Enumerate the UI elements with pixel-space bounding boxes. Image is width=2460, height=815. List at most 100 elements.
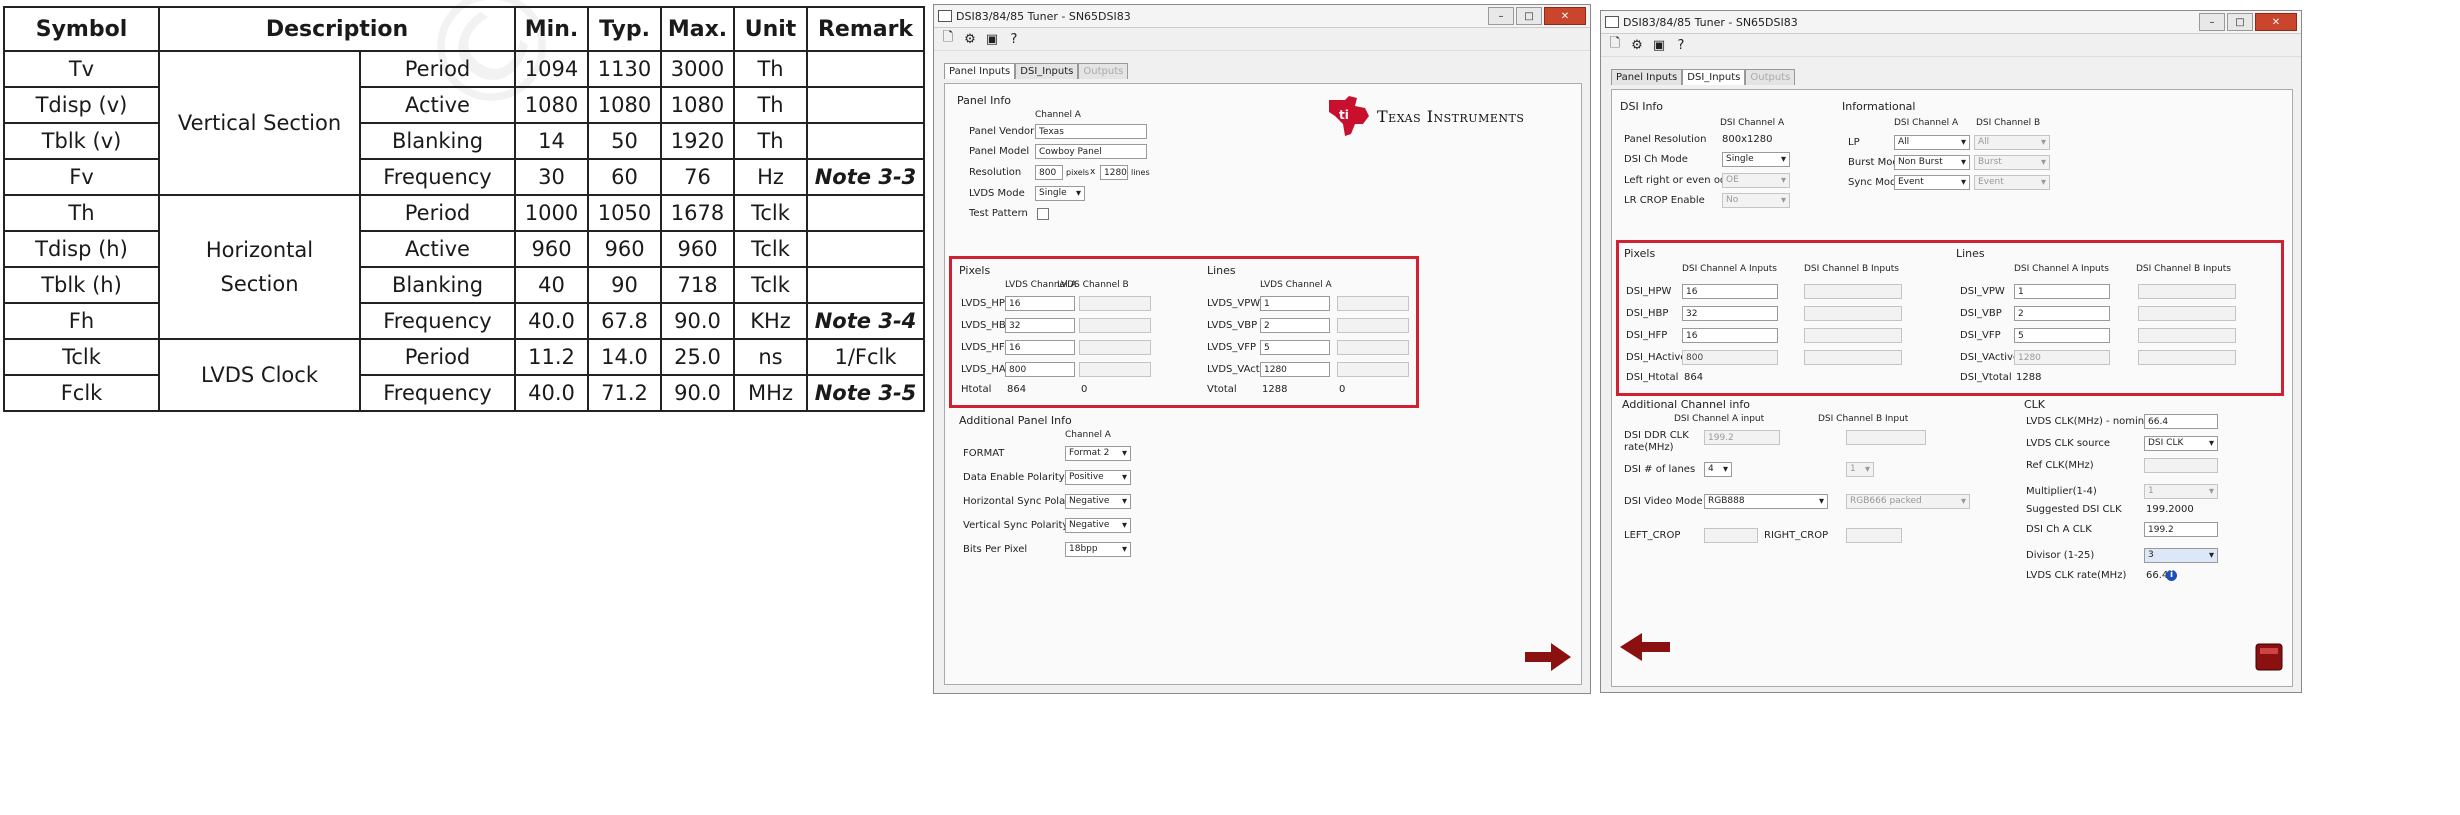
hsync-polarity-select[interactable]: Negative [1065, 494, 1131, 509]
next-arrow-icon[interactable] [1523, 640, 1573, 674]
sync-a-select[interactable]: Event [1894, 175, 1970, 190]
header-remark: Remark [806, 6, 926, 52]
settings-gear-icon[interactable]: ⚙ [962, 31, 978, 47]
de-polarity-select[interactable]: Positive [1065, 470, 1131, 485]
label-lvds-clk-nominal: LVDS CLK(MHz) - nominal [2026, 416, 2154, 427]
label-dsi-lanes: DSI # of lanes [1624, 464, 1696, 475]
label-panel-model: Panel Model [969, 146, 1030, 157]
new-file-icon[interactable]: 🗋 [1607, 36, 1623, 53]
lp-b-select[interactable]: All [1974, 135, 2050, 150]
table-row: Tdisp (v) Active 1080 1080 1080 Th [3, 86, 926, 124]
dsi-ch-a-clk-input[interactable]: 199.2 [2144, 522, 2218, 537]
format-select[interactable]: Format 2 [1065, 446, 1131, 461]
cell-symbol: Tv [3, 50, 160, 88]
lp-a-select[interactable]: All [1894, 135, 1970, 150]
tab-dsi-inputs[interactable]: DSI_Inputs [1682, 69, 1746, 85]
left-crop-input[interactable] [1704, 528, 1758, 543]
minimize-button[interactable]: – [2199, 13, 2225, 31]
maximize-button[interactable]: □ [2227, 13, 2253, 31]
window-title: DSI83/84/85 Tuner - SN65DSI83 [956, 9, 1131, 23]
new-file-icon[interactable]: 🗋 [940, 30, 956, 47]
burst-a-select[interactable]: Non Burst [1894, 155, 1970, 170]
sync-b-select[interactable]: Event [1974, 175, 2050, 190]
res-x-input[interactable]: 800 [1035, 165, 1063, 180]
back-arrow-icon[interactable] [1618, 630, 1672, 664]
cell-typ: 1080 [587, 86, 663, 124]
test-pattern-checkbox[interactable] [1037, 208, 1049, 220]
calculator-icon[interactable] [2254, 642, 2284, 672]
dsi-lanes-b-select[interactable]: 1 [1846, 462, 1874, 477]
cell-typ: 60 [587, 158, 663, 196]
tab-dsi-inputs[interactable]: DSI_Inputs [1015, 63, 1079, 79]
label-lvds-clk-source: LVDS CLK source [2026, 438, 2111, 449]
multiplier-select[interactable]: 1 [2144, 484, 2218, 499]
dsi-ddr-clk-a-input[interactable]: 199.2 [1704, 430, 1780, 445]
cell-unit: Hz [733, 158, 809, 196]
divisor-select[interactable]: 3 [2144, 548, 2218, 563]
vsync-polarity-select[interactable]: Negative [1065, 518, 1131, 533]
table-row: Fh Frequency 40.0 67.8 90.0 KHz Note 3-4 [3, 302, 926, 340]
cell-typ: 67.8 [587, 302, 663, 340]
label-right-crop: RIGHT_CROP [1764, 530, 1829, 541]
tab-panel-inputs[interactable]: Panel Inputs [1611, 69, 1683, 85]
col-add-channel-a: DSI Channel A input [1674, 414, 1765, 424]
header-typ: Typ. [587, 6, 663, 52]
cell-max: 25.0 [660, 338, 736, 376]
chip-icon[interactable]: ▣ [1651, 37, 1667, 53]
ref-clk-input[interactable] [2144, 458, 2218, 473]
close-button[interactable]: ✕ [1544, 7, 1586, 25]
label-format: FORMAT [963, 448, 1005, 459]
chip-icon[interactable]: ▣ [984, 31, 1000, 47]
col-add-channel-b: DSI Channel B Input [1818, 414, 1909, 424]
bpp-select[interactable]: 18bpp [1065, 542, 1131, 557]
label-test-pattern: Test Pattern [969, 208, 1028, 219]
col-info-channel-a: DSI Channel A [1894, 118, 1959, 128]
dsi-video-mode-b-select[interactable]: RGB666 packed [1846, 494, 1970, 509]
lvds-clk-nominal-input[interactable]: 66.4 [2144, 414, 2218, 429]
dsi-video-mode-a-select[interactable]: RGB888 [1704, 494, 1828, 509]
help-icon[interactable]: ? [1006, 31, 1022, 47]
cell-symbol: Tdisp (h) [3, 230, 160, 268]
minimize-button[interactable]: – [1488, 7, 1514, 25]
table-row: Tblk (v) Blanking 14 50 1920 Th [3, 122, 926, 160]
cell-min: 30 [514, 158, 590, 196]
left-right-select[interactable]: OE [1722, 173, 1790, 188]
label-resolution: Resolution [969, 167, 1022, 178]
panel-vendor-input[interactable]: Texas [1035, 124, 1147, 139]
cell-min: 14 [514, 122, 590, 160]
cell-min: 1094 [514, 50, 590, 88]
lr-crop-select[interactable]: No [1722, 193, 1790, 208]
tab-outputs[interactable]: Outputs [1745, 69, 1796, 85]
label-dsi-video-mode: DSI Video Mode [1624, 496, 1703, 507]
cell-param: Frequency [358, 158, 517, 196]
table-row: Tclk LVDS Clock Period 11.2 14.0 25.0 ns… [3, 338, 926, 412]
header-max: Max. [660, 6, 736, 52]
info-icon[interactable]: i [2166, 570, 2177, 581]
cell-min: 960 [514, 230, 590, 268]
cell-typ: 90 [587, 266, 663, 304]
highlight-box-dsi-timing [1616, 240, 2284, 396]
label-vsync-polarity: Vertical Sync Polarity [963, 520, 1069, 531]
dsi-lanes-a-select[interactable]: 4 [1704, 462, 1732, 477]
dsi-ddr-clk-b-input[interactable] [1846, 430, 1926, 445]
cell-remark [806, 230, 926, 268]
tab-outputs[interactable]: Outputs [1078, 63, 1129, 79]
tab-panel-inputs[interactable]: Panel Inputs [944, 63, 1016, 79]
cell-symbol: Th [3, 194, 160, 232]
label-panel-vendor: Panel Vendor [969, 126, 1035, 137]
cell-symbol: Tblk (h) [3, 266, 160, 304]
cell-remark: 1/Fclk [806, 338, 926, 376]
burst-b-select[interactable]: Burst [1974, 155, 2050, 170]
close-button[interactable]: ✕ [2255, 13, 2297, 31]
panel-model-input[interactable]: Cowboy Panel [1035, 144, 1147, 159]
help-icon[interactable]: ? [1673, 37, 1689, 53]
res-y-input[interactable]: 1280 [1100, 165, 1128, 180]
cell-unit: KHz [733, 302, 809, 340]
dsi-ch-mode-select[interactable]: Single [1722, 152, 1790, 167]
right-crop-input[interactable] [1846, 528, 1902, 543]
lvds-mode-select[interactable]: Single [1035, 186, 1085, 201]
highlight-box-lvds-timing [949, 256, 1419, 408]
settings-gear-icon[interactable]: ⚙ [1629, 37, 1645, 53]
lvds-clk-source-select[interactable]: DSI CLK [2144, 436, 2218, 451]
maximize-button[interactable]: □ [1516, 7, 1542, 25]
